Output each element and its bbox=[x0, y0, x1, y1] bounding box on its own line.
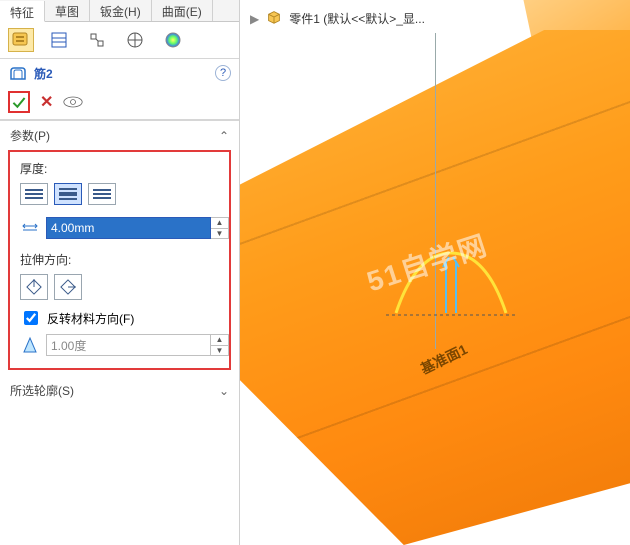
feature-tree-icon[interactable] bbox=[8, 28, 34, 52]
thickness-both-button[interactable] bbox=[54, 183, 82, 205]
part-glyph-icon bbox=[265, 8, 283, 29]
graphics-viewport[interactable]: ▶ 零件1 (默认<<默认>_显... 51自学网 基准面1 bbox=[240, 0, 630, 545]
draft-field-row: ▲ ▼ bbox=[20, 332, 219, 358]
manager-icon-row bbox=[0, 22, 239, 59]
dir-normal-button[interactable] bbox=[54, 274, 82, 300]
contour-section-header[interactable]: 所选轮廓(S) bbox=[0, 376, 239, 403]
draft-input bbox=[46, 334, 211, 356]
tab-sheetmetal[interactable]: 钣金(H) bbox=[90, 0, 152, 21]
appearance-icon[interactable] bbox=[160, 28, 186, 52]
help-button[interactable]: ? bbox=[215, 65, 231, 81]
thickness-spin-up[interactable]: ▲ bbox=[211, 218, 228, 229]
draft-spin-up[interactable]: ▲ bbox=[211, 335, 228, 346]
thickness-label: 厚度: bbox=[20, 158, 219, 181]
cancel-button[interactable]: ✕ bbox=[40, 92, 53, 112]
thickness-side2-button[interactable] bbox=[88, 183, 116, 205]
thickness-options bbox=[20, 181, 219, 207]
command-tabs: 特征 草图 钣金(H) 曲面(E) bbox=[0, 0, 239, 22]
thickness-field: ▲ ▼ bbox=[46, 217, 229, 239]
draft-field: ▲ ▼ bbox=[46, 334, 229, 356]
preview-icon[interactable] bbox=[63, 92, 83, 112]
thickness-field-row: ▲ ▼ bbox=[20, 215, 219, 241]
breadcrumb-part-label[interactable]: 零件1 (默认<<默认>_显... bbox=[289, 10, 425, 27]
ok-button[interactable] bbox=[8, 91, 30, 113]
draft-spinner: ▲ ▼ bbox=[211, 334, 229, 356]
property-manager-panel: 特征 草图 钣金(H) 曲面(E) bbox=[0, 0, 240, 545]
params-box: 厚度: ▲ ▼ 拉伸方向: bbox=[8, 150, 231, 370]
feature-header: 筋2 ? bbox=[0, 59, 239, 87]
confirm-row: ✕ bbox=[0, 87, 239, 119]
chevron-up-icon bbox=[219, 129, 229, 143]
extrude-dir-options bbox=[20, 272, 219, 302]
configuration-icon[interactable] bbox=[84, 28, 110, 52]
contour-label: 所选轮廓(S) bbox=[10, 382, 74, 399]
thickness-input[interactable] bbox=[46, 217, 211, 239]
thickness-spin-down[interactable]: ▼ bbox=[211, 229, 228, 239]
tab-feature[interactable]: 特征 bbox=[0, 1, 45, 22]
chevron-down-icon bbox=[219, 384, 229, 398]
draft-spin-down[interactable]: ▼ bbox=[211, 346, 228, 356]
flip-material-label: 反转材料方向(F) bbox=[47, 310, 134, 327]
breadcrumb: ▶ 零件1 (默认<<默认>_显... bbox=[250, 8, 425, 29]
extrude-dir-label: 拉伸方向: bbox=[20, 249, 219, 272]
tab-sketch[interactable]: 草图 bbox=[45, 0, 90, 21]
flip-material-checkbox[interactable] bbox=[24, 311, 38, 325]
thickness-side1-button[interactable] bbox=[20, 183, 48, 205]
params-section-header[interactable]: 参数(P) bbox=[0, 121, 239, 148]
property-manager-icon[interactable] bbox=[46, 28, 72, 52]
display-state-icon[interactable] bbox=[122, 28, 148, 52]
breadcrumb-arrow-icon[interactable]: ▶ bbox=[250, 12, 259, 26]
thickness-spinner: ▲ ▼ bbox=[211, 217, 229, 239]
tab-surface[interactable]: 曲面(E) bbox=[152, 0, 213, 21]
rib-icon bbox=[8, 63, 28, 83]
draft-icon bbox=[20, 335, 40, 355]
feature-title: 筋2 bbox=[34, 65, 209, 82]
dir-parallel-button[interactable] bbox=[20, 274, 48, 300]
thickness-dim-icon bbox=[20, 218, 40, 238]
flip-material-row: 反转材料方向(F) bbox=[20, 302, 219, 332]
params-label: 参数(P) bbox=[10, 127, 50, 144]
rib-sketch bbox=[386, 243, 516, 323]
